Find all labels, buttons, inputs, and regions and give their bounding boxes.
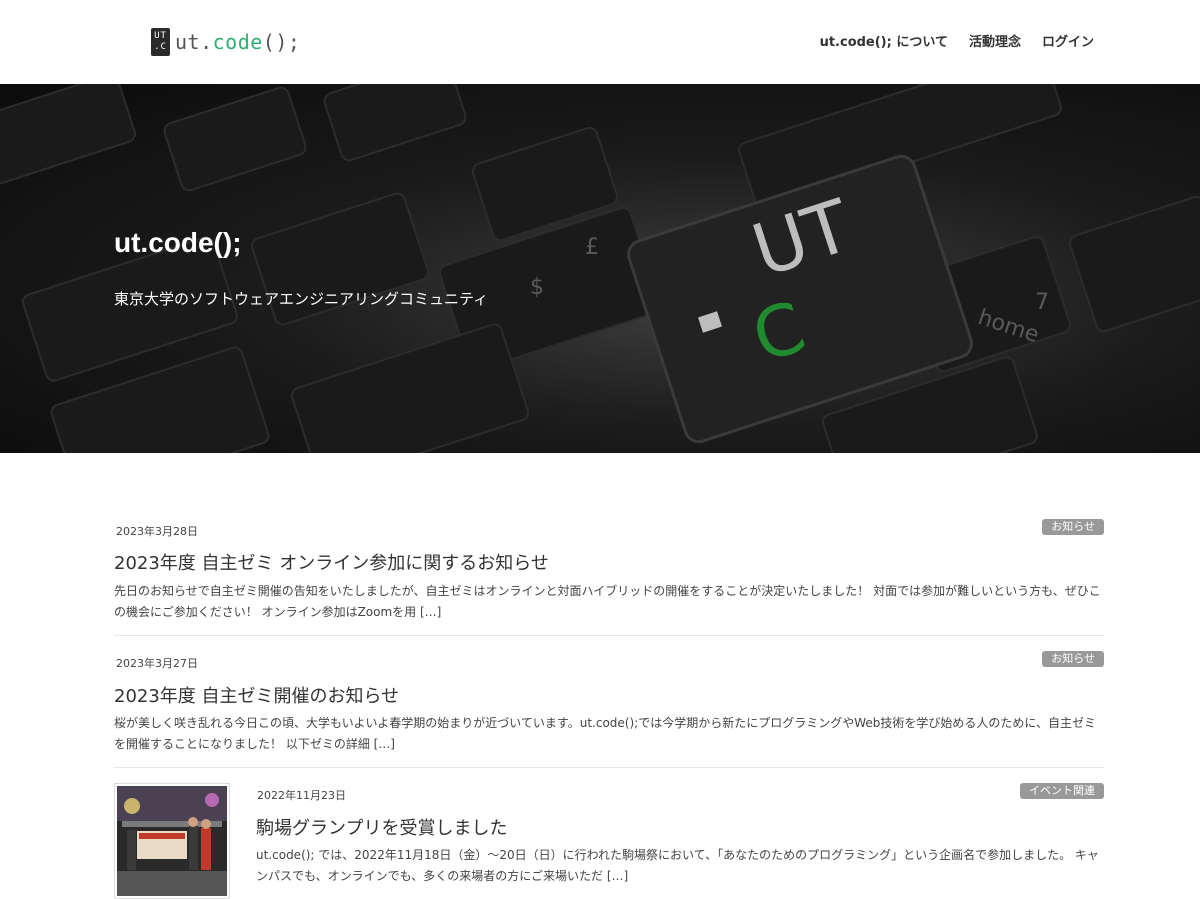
logo-code: code — [212, 30, 263, 54]
post-item: 2023年3月28日 お知らせ 2023年度 自主ゼミ オンライン参加に関するお… — [114, 516, 1104, 636]
nav-philosophy[interactable]: 活動理念 — [969, 31, 1021, 50]
post-list: 2023年3月28日 お知らせ 2023年度 自主ゼミ オンライン参加に関するお… — [114, 516, 1104, 899]
post-date: 2023年3月27日 — [116, 657, 198, 670]
post-category-badge[interactable]: イベント関連 — [1020, 783, 1104, 799]
logo-badge-bottom: .C — [154, 42, 167, 52]
post-thumbnail[interactable] — [114, 783, 230, 899]
nav-login[interactable]: ログイン — [1042, 31, 1094, 50]
post-item: 2023年3月27日 お知らせ 2023年度 自主ゼミ開催のお知らせ 桜が美しく… — [114, 636, 1104, 768]
main-nav: ut.code(); について 活動理念 ログイン — [820, 31, 1094, 50]
post-title[interactable]: 2023年度 自主ゼミ オンライン参加に関するお知らせ — [114, 549, 549, 575]
logo-prefix: ut. — [175, 30, 213, 54]
post-excerpt: 桜が美しく咲き乱れる今日この頃、大学もいよいよ春学期の始まりが近づいています。u… — [114, 716, 1096, 751]
post-title[interactable]: 駒場グランプリを受賞しました — [256, 814, 507, 840]
post-excerpt: ut.code(); では、2022年11月18日（金）〜20日（日）に行われた… — [256, 848, 1099, 883]
post-category-badge[interactable]: お知らせ — [1042, 519, 1104, 535]
svg-text:7: 7 — [1035, 290, 1049, 315]
hero-title: ut.code(); — [114, 227, 242, 258]
post-excerpt: 先日のお知らせで自主ゼミ開催の告知をいたしましたが、自主ゼミはオンラインと対面ハ… — [114, 584, 1101, 619]
site-logo[interactable]: UT .C ut.code(); — [151, 27, 300, 57]
svg-text:£: £ — [585, 235, 599, 260]
hero-subtitle: 東京大学のソフトウェアエンジニアリングコミュニティ — [114, 290, 489, 308]
post-date: 2023年3月28日 — [116, 525, 198, 538]
post-date: 2022年11月23日 — [257, 789, 346, 802]
nav-about[interactable]: ut.code(); について — [820, 31, 948, 50]
keyboard-background-image: UT C home 7 $ £ — [0, 84, 1200, 453]
post-title[interactable]: 2023年度 自主ゼミ開催のお知らせ — [114, 682, 399, 708]
site-header: UT .C ut.code(); ut.code(); について 活動理念 ログ… — [0, 0, 1200, 84]
event-photo-image — [117, 786, 227, 896]
logo-suffix: (); — [262, 30, 301, 54]
logo-badge: UT .C — [151, 28, 170, 56]
svg-text:$: $ — [530, 275, 544, 300]
logo-badge-top: UT — [154, 31, 167, 41]
post-item: 2022年11月23日 イベント関連 駒場グランプリを受賞しました ut.cod… — [114, 768, 1104, 899]
logo-text: ut.code(); — [175, 30, 300, 54]
post-category-badge[interactable]: お知らせ — [1042, 651, 1104, 667]
hero-banner: UT C home 7 $ £ ut.code(); 東京大学のソフトウェアエン… — [0, 84, 1200, 453]
